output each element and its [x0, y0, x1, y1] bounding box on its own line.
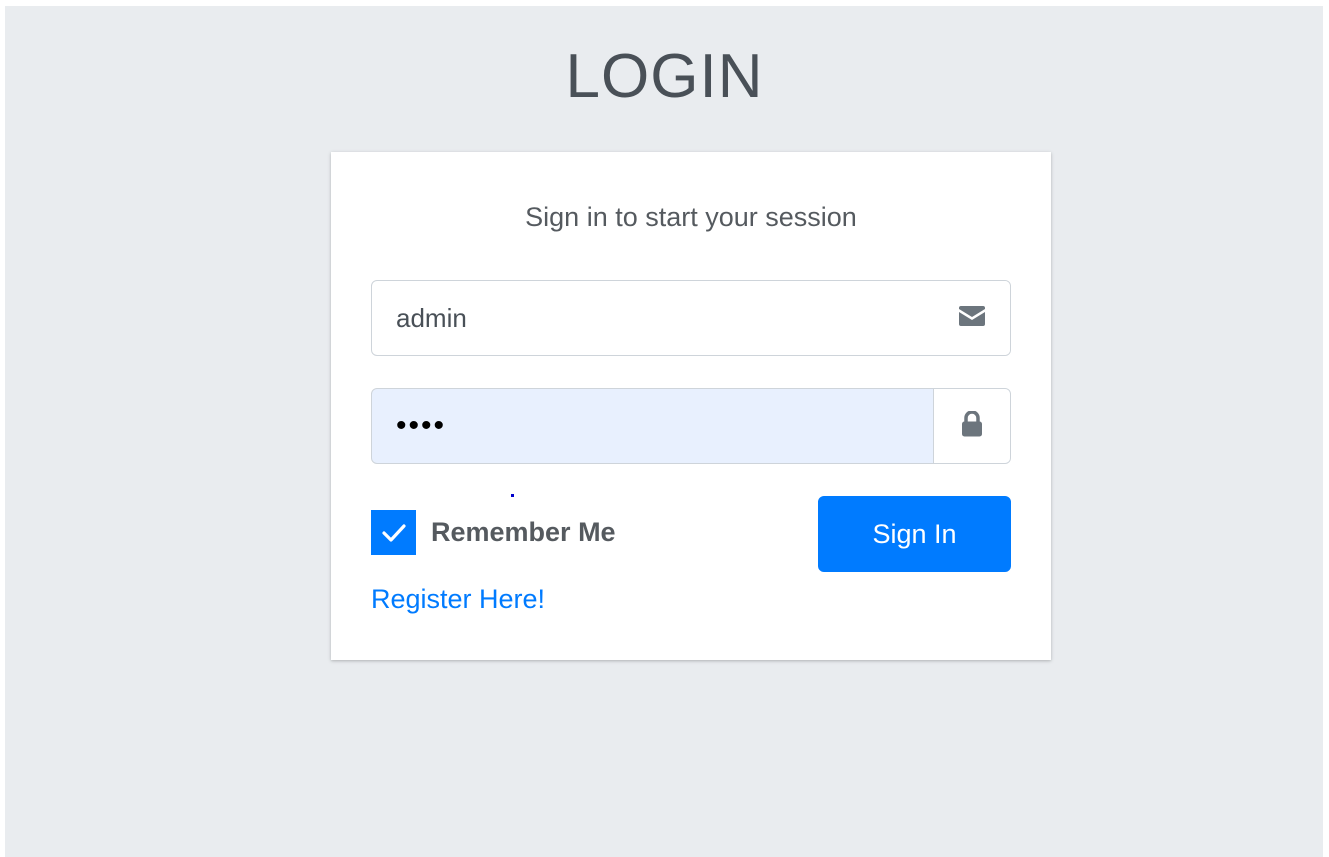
password-input[interactable]: [372, 389, 933, 463]
focus-dot-artifact: [511, 494, 514, 497]
login-box-message: Sign in to start your session: [525, 202, 857, 232]
username-input-addon: [934, 281, 1010, 355]
remember-me-label: Remember Me: [431, 517, 616, 547]
password-input-group: [371, 388, 1011, 464]
envelope-icon: [959, 305, 985, 331]
remember-me-checkbox[interactable]: Remember Me: [371, 510, 616, 555]
lock-icon: [961, 409, 983, 442]
username-input-group: [371, 280, 1011, 356]
password-input-addon: [933, 389, 1010, 463]
sign-in-button[interactable]: Sign In: [818, 496, 1011, 572]
checkbox-checked-icon[interactable]: [371, 510, 416, 555]
username-input[interactable]: [372, 281, 934, 355]
register-link[interactable]: Register Here!: [371, 582, 545, 616]
login-card: Sign in to start your session admin ••••…: [331, 152, 1051, 660]
login-title: LOGIN: [565, 42, 764, 111]
